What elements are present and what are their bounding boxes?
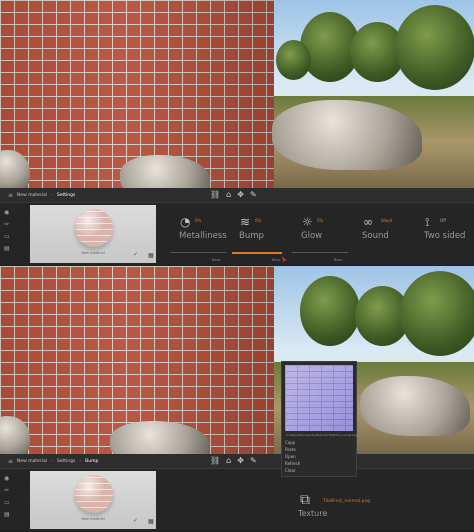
chevron-right-icon: › — [79, 458, 82, 464]
breadcrumb-bar: ≡ New material › Settings › Bump ⛓ ⌂ ✥ ✎ — [0, 454, 474, 469]
menu-item-clear[interactable]: Clear — [285, 468, 300, 474]
move-icon[interactable]: ✥ — [237, 456, 244, 466]
slider-glow[interactable] — [292, 252, 348, 253]
camera-icon[interactable]: ⌂ — [226, 190, 231, 200]
viewport-toolbar: ⛓ ⌂ ✥ ✎ — [210, 456, 257, 466]
breadcrumb-item[interactable]: Bump — [85, 459, 98, 464]
breadcrumb: ≡ New material › Settings — [8, 192, 75, 199]
breadcrumb-item[interactable]: New material — [17, 193, 47, 198]
editor-panel-top: ≡ New material › Settings ⛓ ⌂ ✥ ✎ ◉ ✑ ▭ … — [0, 0, 474, 265]
slider-metalliness[interactable] — [170, 252, 226, 253]
material-tray: ◉ ✑ ▭ ▤ New material ✓ ▦ ◔ 0% Metallines… — [0, 203, 474, 265]
tree — [395, 5, 474, 90]
menu-item-refresh[interactable]: Refresh — [285, 461, 300, 467]
paint-icon[interactable]: ✑ — [4, 221, 10, 228]
viewport-toolbar: ⛓ ⌂ ✥ ✎ — [210, 190, 257, 200]
breadcrumb-item[interactable]: New material — [17, 459, 47, 464]
property-value: 0% — [255, 218, 262, 223]
breadcrumb-item[interactable]: Settings — [57, 459, 75, 464]
move-icon[interactable]: ✥ — [237, 190, 244, 200]
slider-label: Base — [272, 258, 281, 262]
check-icon[interactable]: ✓ — [133, 517, 138, 524]
material-sphere — [75, 475, 113, 513]
side-toolbar: ◉ ✑ ▭ ▤ — [4, 209, 10, 252]
property-value: 0% — [317, 218, 324, 223]
paint-icon[interactable]: ✑ — [4, 487, 10, 494]
property-label: Two sided — [424, 231, 466, 241]
folder-icon[interactable]: ▤ — [4, 245, 10, 252]
layers-icon[interactable]: ▭ — [4, 233, 10, 240]
editor-panel-bottom: ≡ New material › Settings › Bump ⛓ ⌂ ✥ ✎… — [0, 266, 474, 532]
waves-icon: ≋ — [240, 215, 251, 229]
property-label: Sound — [362, 231, 389, 241]
check-icon[interactable]: ✓ — [133, 251, 138, 258]
menu-item-open[interactable]: Open — [285, 454, 300, 460]
eye-icon[interactable]: ◉ — [4, 209, 10, 216]
slider-label: Base — [212, 258, 221, 262]
normal-map-thumbnail[interactable] — [285, 365, 353, 431]
breadcrumb-bar: ≡ New material › Settings ⛓ ⌂ ✥ ✎ — [0, 188, 474, 203]
material-tray: ◉ ✑ ▭ ▤ New material ✓ ▦ — [0, 469, 474, 531]
texture-path: C:/Users/Documents/Textures/TileBrick_no… — [286, 433, 358, 437]
property-label: Metalliness — [179, 231, 227, 241]
tree — [400, 271, 474, 356]
viewport-scene[interactable] — [0, 0, 474, 188]
viewport-scene[interactable] — [0, 266, 474, 454]
material-sphere — [75, 209, 113, 247]
link-icon[interactable]: ⛓ — [210, 190, 220, 200]
sun-icon: ☼ — [302, 215, 313, 229]
folder-icon[interactable]: ▤ — [4, 511, 10, 518]
footsteps-icon: ∞ — [363, 215, 373, 229]
property-label: Bump — [239, 231, 264, 241]
texture-popup: C:/Users/Documents/Textures/TileBrick_no… — [281, 361, 357, 477]
slider-bump[interactable] — [232, 252, 282, 254]
material-preview[interactable]: New material ✓ ▦ — [30, 471, 156, 529]
property-value: 0% — [195, 218, 202, 223]
property-value: Wood — [381, 218, 393, 223]
brush-icon[interactable]: ✎ — [250, 456, 257, 466]
menu-item-copy[interactable]: Copy — [285, 440, 300, 446]
layers-icon[interactable]: ▭ — [4, 499, 10, 506]
link-icon[interactable]: ⛓ — [210, 456, 220, 466]
breadcrumb-menu-icon[interactable]: ≡ — [8, 192, 13, 199]
texture-label: Texture — [298, 509, 328, 518]
gauge-icon: ◔ — [180, 215, 191, 229]
property-label: Glow — [301, 231, 323, 241]
breadcrumb: ≡ New material › Settings › Bump — [8, 458, 98, 465]
tree — [276, 40, 311, 80]
chevron-right-icon: › — [51, 458, 53, 464]
grid-icon[interactable]: ▦ — [148, 518, 154, 525]
camera-icon[interactable]: ⌂ — [226, 456, 231, 466]
material-preview[interactable]: New material ✓ ▦ — [30, 205, 156, 263]
grid-icon[interactable]: ▦ — [148, 252, 154, 259]
chevron-right-icon: › — [51, 192, 53, 198]
breadcrumb-item[interactable]: Settings — [57, 193, 75, 198]
two-sided-icon: ⟟ — [425, 215, 430, 229]
texture-icon: ⧉ — [300, 492, 310, 508]
brush-icon[interactable]: ✎ — [250, 190, 257, 200]
property-value: Off — [440, 218, 446, 223]
tree — [300, 276, 360, 346]
texture-context-menu: Copy Paste Open Refresh Clear — [285, 440, 300, 474]
texture-property[interactable]: ⧉ TileBrick_normal.png Texture — [298, 492, 370, 522]
slider-label: Base — [334, 258, 343, 262]
side-toolbar: ◉ ✑ ▭ ▤ — [4, 475, 10, 518]
menu-item-paste[interactable]: Paste — [285, 447, 300, 453]
eye-icon[interactable]: ◉ — [4, 475, 10, 482]
breadcrumb-menu-icon[interactable]: ≡ — [8, 458, 13, 465]
texture-filename: TileBrick_normal.png — [323, 499, 371, 504]
